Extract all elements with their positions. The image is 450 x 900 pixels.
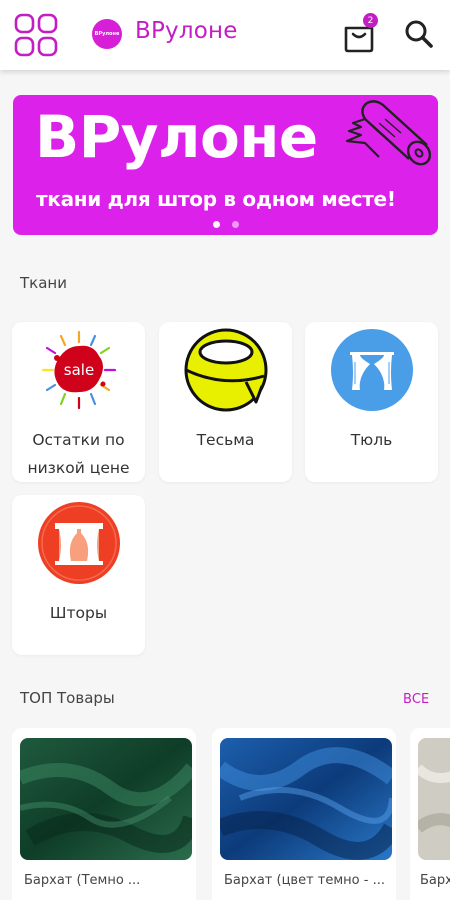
product-image-blue-velvet — [220, 738, 392, 860]
brand-logo: ВРулоне — [92, 19, 122, 49]
fabric-roll-icon — [339, 97, 435, 177]
tulle-curtain-icon — [330, 328, 414, 412]
product-card[interactable]: Бархат (Темно ... — [12, 728, 196, 900]
section-title-fabrics: Ткани — [20, 274, 67, 292]
product-image-green-velvet — [20, 738, 192, 860]
app-bar: ВРулоне ВРулоне 2 — [0, 0, 450, 70]
product-card[interactable]: Барх... — [410, 728, 450, 900]
category-label: Остатки по низкой цене — [27, 431, 130, 477]
promo-banner[interactable]: ВРулоне ткани для штор в одном месте! — [13, 95, 438, 235]
pagination-dot[interactable] — [212, 221, 220, 228]
app-title: ВРулоне — [135, 18, 238, 44]
window-curtains-icon — [37, 501, 121, 585]
cart-count-badge: 2 — [363, 13, 378, 28]
banner-pagination[interactable] — [13, 213, 438, 228]
category-card-sale[interactable]: sale Остатки по низкой цене — [12, 322, 145, 482]
banner-title: ВРулоне — [35, 103, 318, 171]
product-name: Бархат (Темно ... — [24, 873, 141, 888]
grid-menu-icon[interactable] — [14, 13, 58, 57]
product-name: Барх... — [420, 873, 450, 888]
product-image-grey-fabric — [418, 738, 450, 860]
svg-text:sale: sale — [64, 361, 94, 379]
category-card-curtains[interactable]: Шторы — [12, 495, 145, 655]
section-title-top-products: ТОП Товары — [20, 689, 115, 707]
product-name: Бархат (цвет темно - ... — [224, 873, 385, 888]
search-icon[interactable] — [404, 19, 434, 49]
category-card-tulle[interactable]: Тюль — [305, 322, 438, 482]
category-label: Тюль — [350, 431, 393, 449]
category-label: Шторы — [49, 604, 108, 622]
product-card[interactable]: Бархат (цвет темно - ... — [212, 728, 396, 900]
tape-roll-icon — [184, 328, 268, 412]
sale-icon: sale — [37, 328, 121, 412]
see-all-link[interactable]: ВСЕ — [403, 692, 429, 707]
category-card-tape[interactable]: Тесьма — [159, 322, 292, 482]
banner-subtitle: ткани для штор в одном месте! — [36, 187, 396, 211]
pagination-dot[interactable] — [231, 221, 239, 228]
category-label: Тесьма — [196, 431, 255, 449]
